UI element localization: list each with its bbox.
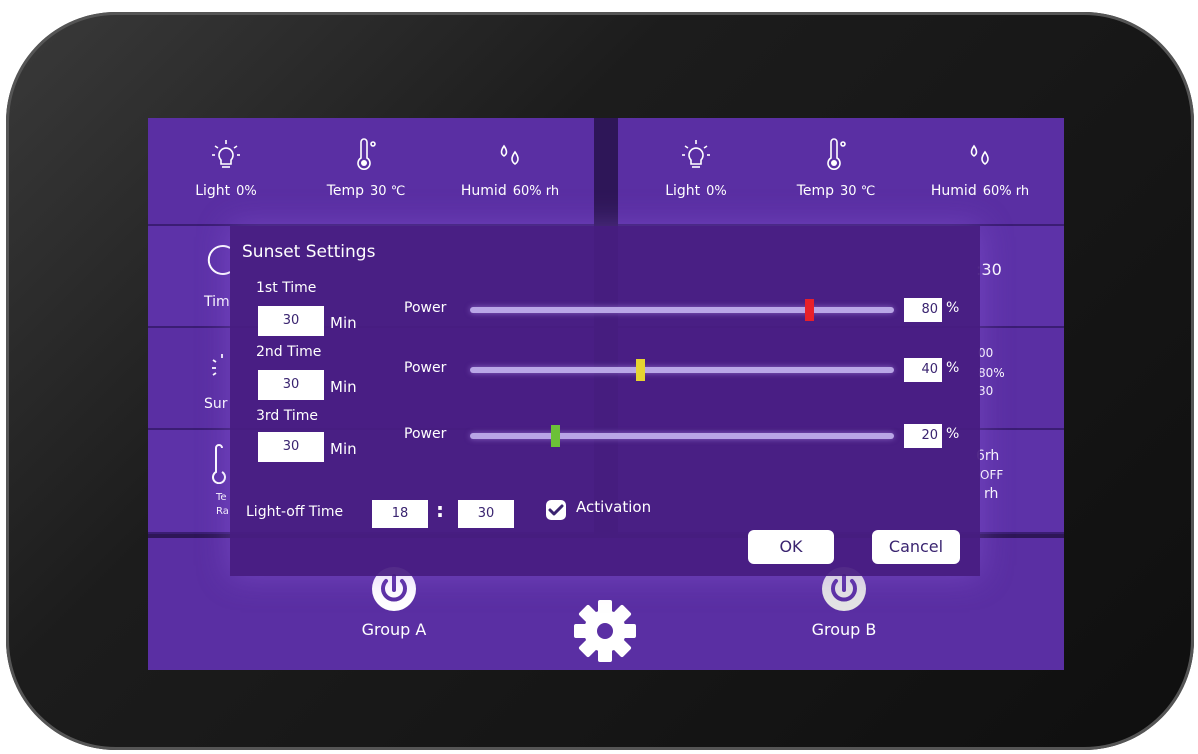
thermometer-icon xyxy=(827,138,846,170)
group-b-label: Group B xyxy=(811,620,877,639)
left-range-label-b: Ra xyxy=(216,506,229,517)
right-temp-label: Temp xyxy=(796,183,835,199)
second-time-label: 2nd Time xyxy=(256,344,322,360)
left-temp-label: Temp xyxy=(326,183,365,199)
left-temp-sensor: Temp 30 ℃ xyxy=(296,138,436,199)
third-time-label: 3rd Time xyxy=(256,408,319,424)
light-off-hour-input[interactable]: 18 xyxy=(372,500,428,528)
light-off-minute-input[interactable]: 30 xyxy=(458,500,514,528)
left-temp-value: 30 ℃ xyxy=(370,184,406,199)
bulb-icon xyxy=(682,140,710,168)
second-time-min-unit: Min xyxy=(330,378,357,396)
thermometer-icon xyxy=(357,138,376,170)
device-bezel: Light 0% Temp 30 ℃ Humid 60% rh Tim Sur … xyxy=(6,12,1194,750)
right-light-value: 0% xyxy=(706,184,727,199)
gear-icon[interactable] xyxy=(572,598,638,664)
bulb-icon xyxy=(212,140,240,168)
first-power-percent-unit: % xyxy=(946,300,960,316)
first-time-label: 1st Time xyxy=(256,280,317,296)
first-time-minutes-input[interactable]: 30 xyxy=(258,306,324,336)
group-b-button[interactable]: Group B xyxy=(784,566,904,639)
third-time-min-unit: Min xyxy=(330,440,357,458)
left-timer-label: Tim xyxy=(204,294,230,310)
group-a-label: Group A xyxy=(361,620,427,639)
right-temp-value: 30 ℃ xyxy=(840,184,876,199)
third-power-percent-unit: % xyxy=(946,426,960,442)
right-sunset-text-b: 80% xyxy=(978,366,1005,380)
first-power-label: Power xyxy=(404,300,447,316)
cancel-button[interactable]: Cancel xyxy=(872,530,960,564)
third-time-minutes-input[interactable]: 30 xyxy=(258,432,324,462)
activation-checkbox[interactable] xyxy=(546,500,566,520)
droplets-icon xyxy=(500,144,519,165)
right-sunset-text-a: 00 xyxy=(978,346,994,360)
second-power-percent-unit: % xyxy=(946,360,960,376)
third-power-value-input[interactable]: 20 xyxy=(904,424,942,448)
left-light-sensor: Light 0% xyxy=(156,138,296,199)
light-off-colon: : xyxy=(436,498,444,522)
light-off-time-label: Light-off Time xyxy=(246,504,344,520)
second-power-label: Power xyxy=(404,360,447,376)
left-humid-sensor: Humid 60% rh xyxy=(440,138,580,199)
right-humid-label: Humid xyxy=(930,183,977,199)
right-temp-sensor: Temp 30 ℃ xyxy=(766,138,906,199)
third-power-label: Power xyxy=(404,426,447,442)
first-power-value-input[interactable]: 80 xyxy=(904,298,942,322)
left-light-value: 0% xyxy=(236,184,257,199)
second-time-minutes-input[interactable]: 30 xyxy=(258,370,324,400)
right-humid-value: 60% rh xyxy=(982,184,1030,199)
first-power-slider[interactable] xyxy=(470,299,894,321)
second-power-slider[interactable] xyxy=(470,359,894,381)
left-humid-value: 60% rh xyxy=(512,184,560,199)
right-range-text-b: OFF xyxy=(980,468,1004,482)
group-a-button[interactable]: Group A xyxy=(334,566,454,639)
activation-label: Activation xyxy=(576,498,652,516)
third-power-slider[interactable] xyxy=(470,425,894,447)
second-power-slider-thumb[interactable] xyxy=(635,359,645,381)
droplets-icon xyxy=(970,144,989,165)
sunset-settings-dialog: Sunset Settings 1st Time 30 Min Power 80… xyxy=(230,226,980,576)
second-power-value-input[interactable]: 40 xyxy=(904,358,942,382)
right-light-sensor: Light 0% xyxy=(626,138,766,199)
right-light-label: Light xyxy=(665,183,701,199)
checkmark-icon xyxy=(548,504,564,516)
dialog-title: Sunset Settings xyxy=(242,242,376,262)
left-humid-label: Humid xyxy=(460,183,507,199)
ok-button[interactable]: OK xyxy=(748,530,834,564)
left-light-label: Light xyxy=(195,183,231,199)
left-sensor-row: Light 0% Temp 30 ℃ Humid 60% rh xyxy=(148,118,594,226)
right-sunset-text-c: 30 xyxy=(978,384,994,398)
left-range-label-a: Te xyxy=(216,492,227,503)
first-power-slider-thumb[interactable] xyxy=(805,299,815,321)
left-sunset-label: Sur xyxy=(204,396,228,412)
right-sensor-row: Light 0% Temp 30 ℃ Humid 60% rh xyxy=(618,118,1064,226)
first-time-min-unit: Min xyxy=(330,314,357,332)
right-range-text-c: rh xyxy=(984,486,999,502)
thermometer-icon xyxy=(212,444,226,484)
right-humid-sensor: Humid 60% rh xyxy=(910,138,1050,199)
third-power-slider-thumb[interactable] xyxy=(550,425,560,447)
